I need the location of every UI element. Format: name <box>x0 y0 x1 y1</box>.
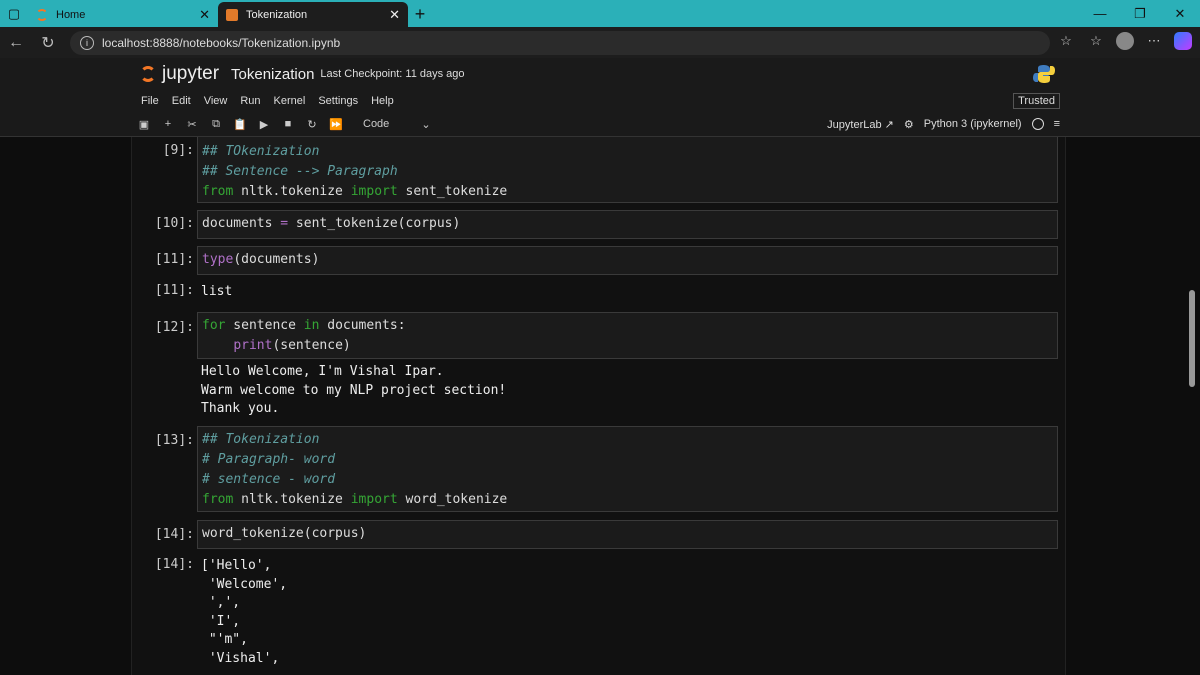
url-field[interactable]: i localhost:8888/notebooks/Tokenization.… <box>70 30 1050 55</box>
output-prompt: [11]: <box>154 283 194 298</box>
stop-icon[interactable]: ■ <box>281 118 295 130</box>
notebook-panel: [9]: ## TOkenization ## Sentence --> Par… <box>131 137 1066 675</box>
paste-icon[interactable]: 📋 <box>233 118 247 131</box>
close-tab-icon[interactable]: ✕ <box>389 7 400 23</box>
jupyter-favicon <box>36 8 48 21</box>
more-icon[interactable]: ⋯ <box>1144 31 1164 51</box>
cell-input[interactable]: documents = sent_tokenize(corpus) <box>197 210 1058 239</box>
close-window-icon[interactable]: ✕ <box>1160 0 1200 27</box>
scrollbar-thumb[interactable] <box>1189 290 1195 387</box>
cell-output: list <box>201 284 233 299</box>
notebook-area: [9]: ## TOkenization ## Sentence --> Par… <box>0 137 1200 675</box>
tab-home[interactable]: Home ✕ <box>28 2 218 27</box>
copilot-icon[interactable] <box>1174 32 1192 50</box>
cell-input[interactable]: word_tokenize(corpus) <box>197 520 1058 549</box>
save-icon[interactable]: ▣ <box>137 118 151 131</box>
browser-tab-bar: ▢ Home ✕ Tokenization ✕ + — ❐ ✕ <box>0 0 1200 27</box>
notebook-favicon <box>226 8 238 21</box>
jupyter-header: jupyter Tokenization Last Checkpoint: 11… <box>0 58 1200 90</box>
input-prompt: [9]: <box>162 143 194 158</box>
copy-icon[interactable]: ⧉ <box>209 118 223 131</box>
new-tab-icon[interactable]: + <box>408 2 432 27</box>
url-text: localhost:8888/notebooks/Tokenization.ip… <box>102 35 341 50</box>
tab-label: Home <box>56 8 86 21</box>
add-cell-icon[interactable]: + <box>161 118 175 130</box>
page-scrollbar[interactable] <box>1188 140 1196 670</box>
favorite-star-icon[interactable]: ☆ <box>1056 31 1076 51</box>
python-logo-icon <box>1033 65 1055 83</box>
cell-input[interactable]: for sentence in documents: print(sentenc… <box>197 312 1058 359</box>
input-prompt: [14]: <box>154 527 194 542</box>
input-prompt: [10]: <box>154 216 194 231</box>
input-prompt: [11]: <box>154 252 194 267</box>
jupyter-menu-bar: File Edit View Run Kernel Settings Help … <box>0 90 1200 112</box>
site-info-icon[interactable]: i <box>80 35 94 50</box>
menu-run[interactable]: Run <box>240 95 260 107</box>
chevron-down-icon: ⌄ <box>421 118 431 131</box>
kernel-settings-icon[interactable]: ⚙ <box>904 118 914 131</box>
menu-file[interactable]: File <box>141 95 159 107</box>
window-controls: — ❐ ✕ <box>1080 0 1200 27</box>
profile-avatar-icon[interactable] <box>1116 32 1134 50</box>
menu-kernel[interactable]: Kernel <box>274 95 306 107</box>
cell-input[interactable]: type(documents) <box>197 246 1058 275</box>
cell-type-value: Code <box>363 117 390 130</box>
favorites-icon[interactable]: ☆ <box>1086 31 1106 51</box>
cell-output: Hello Welcome, I'm Vishal Ipar. Warm wel… <box>201 364 507 416</box>
menu-icon[interactable]: ≡ <box>1054 118 1060 130</box>
checkpoint-status: Last Checkpoint: 11 days ago <box>320 68 465 80</box>
menu-edit[interactable]: Edit <box>172 95 191 107</box>
cut-icon[interactable]: ✂ <box>185 118 199 131</box>
close-tab-icon[interactable]: ✕ <box>199 7 210 23</box>
jupyterlab-link[interactable]: JupyterLab ↗ <box>827 118 894 131</box>
cell-output: ['Hello', 'Welcome', ',', 'I', "'m", 'Vi… <box>201 558 288 666</box>
address-bar-row: ← ↻ i localhost:8888/notebooks/Tokenizat… <box>0 27 1200 58</box>
cell-input[interactable]: ## TOkenization ## Sentence --> Paragrap… <box>197 137 1058 203</box>
notebook-title[interactable]: Tokenization <box>231 66 314 83</box>
trusted-badge[interactable]: Trusted <box>1013 93 1060 109</box>
jupyter-logo[interactable]: jupyter <box>140 63 219 85</box>
restore-icon[interactable]: ❐ <box>1120 0 1160 27</box>
kernel-status-icon <box>1031 118 1044 130</box>
menu-help[interactable]: Help <box>371 95 394 107</box>
jupyter-logo-icon <box>140 66 156 82</box>
tab-label: Tokenization <box>246 8 308 21</box>
output-prompt: [14]: <box>154 557 194 572</box>
notebook-toolbar: ▣ + ✂ ⧉ 📋 ▶ ■ ↻ ⏩ Code ⌄ JupyterLab ↗ ⚙ … <box>0 112 1200 137</box>
run-icon[interactable]: ▶ <box>257 118 271 131</box>
input-prompt: [13]: <box>154 433 194 448</box>
restart-icon[interactable]: ↻ <box>305 118 319 131</box>
cell-input[interactable]: ## Tokenization # Paragraph- word # sent… <box>197 426 1058 512</box>
input-prompt: [12]: <box>154 320 194 335</box>
tab-actions-icon[interactable]: ▢ <box>0 0 28 27</box>
cell-type-select[interactable]: Code ⌄ <box>363 118 433 131</box>
run-all-icon[interactable]: ⏩ <box>329 118 343 131</box>
kernel-name[interactable]: Python 3 (ipykernel) <box>924 118 1022 130</box>
tab-tokenization[interactable]: Tokenization ✕ <box>218 2 408 27</box>
menu-view[interactable]: View <box>204 95 228 107</box>
refresh-icon[interactable]: ↻ <box>32 33 64 53</box>
jupyter-logo-text: jupyter <box>162 63 220 84</box>
back-icon[interactable]: ← <box>0 34 32 52</box>
menu-settings[interactable]: Settings <box>318 95 358 107</box>
minimize-icon[interactable]: — <box>1080 0 1120 27</box>
